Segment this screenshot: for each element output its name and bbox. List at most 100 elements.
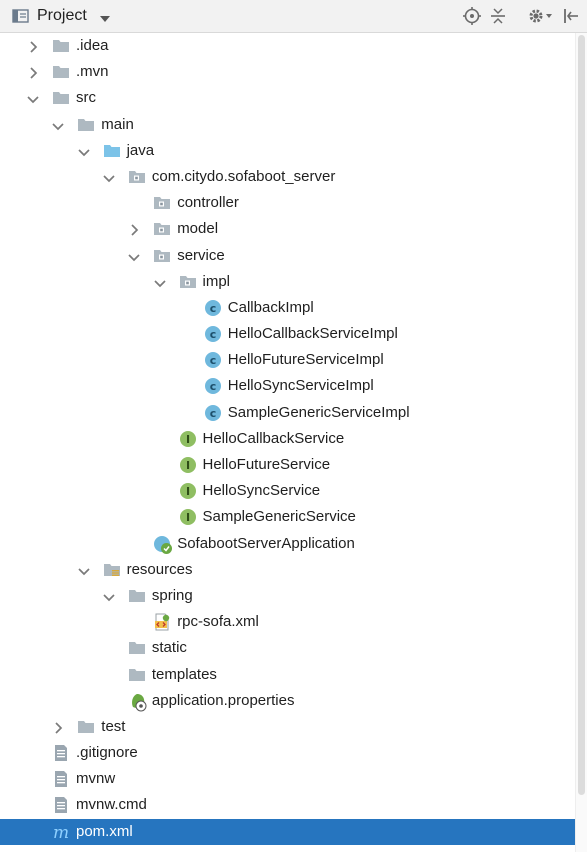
tree-row[interactable]: c HelloCallbackServiceImpl bbox=[0, 321, 587, 347]
tree-row[interactable]: static bbox=[0, 635, 587, 661]
tree-row-label: src bbox=[76, 89, 96, 107]
tree-row[interactable]: model bbox=[0, 216, 587, 242]
tree-row[interactable]: c HelloFutureServiceImpl bbox=[0, 347, 587, 373]
tree-row-label: HelloFutureServiceImpl bbox=[227, 351, 384, 369]
tree-row-label: SampleGenericService bbox=[202, 508, 356, 526]
tree-row[interactable]: I HelloCallbackService bbox=[0, 426, 587, 452]
hide-icon[interactable] bbox=[561, 6, 581, 26]
text-file-icon bbox=[52, 770, 70, 788]
folder-icon bbox=[77, 718, 95, 736]
tree-row[interactable]: impl bbox=[0, 269, 587, 295]
tree-row[interactable]: application.properties bbox=[0, 688, 587, 714]
tree-row[interactable]: c CallbackImpl bbox=[0, 295, 587, 321]
tree-row[interactable]: .idea bbox=[0, 33, 587, 59]
chevron-down-icon[interactable] bbox=[128, 250, 140, 262]
tree-row[interactable]: .mvn bbox=[0, 59, 587, 85]
package-icon bbox=[153, 194, 171, 212]
tree-row[interactable]: com.citydo.sofaboot_server bbox=[0, 164, 587, 190]
source-folder-icon bbox=[103, 142, 121, 160]
collapse-all-icon[interactable] bbox=[488, 6, 508, 26]
chevron-down-icon[interactable] bbox=[77, 564, 90, 576]
svg-text:c: c bbox=[210, 380, 217, 393]
tree-row[interactable]: src bbox=[0, 85, 587, 111]
tree-row[interactable]: test bbox=[0, 714, 587, 740]
tree-row[interactable]: rpc-sofa.xml bbox=[0, 609, 587, 635]
chevron-down-icon[interactable] bbox=[52, 119, 64, 131]
tree-row[interactable]: I HelloSyncService bbox=[0, 478, 587, 504]
tree-row-label: HelloCallbackServiceImpl bbox=[227, 325, 398, 343]
tree-row-label: .mvn bbox=[76, 63, 109, 81]
text-file-icon bbox=[52, 744, 70, 762]
spring-properties-icon bbox=[128, 692, 147, 712]
tree-row[interactable]: mvnw bbox=[0, 766, 587, 792]
chevron-right-icon[interactable] bbox=[52, 721, 64, 734]
resources-folder-icon bbox=[103, 561, 121, 579]
tree-row-label: SampleGenericServiceImpl bbox=[227, 403, 410, 421]
tree-row[interactable]: resources bbox=[0, 557, 587, 583]
tree-row[interactable]: service bbox=[0, 243, 587, 269]
tree-row[interactable]: m pom.xml bbox=[0, 818, 587, 845]
tree-row-label: com.citydo.sofaboot_server bbox=[151, 167, 336, 185]
chevron-right-icon[interactable] bbox=[128, 223, 140, 236]
tree-row[interactable]: I SampleGenericService bbox=[0, 504, 587, 530]
tree-row[interactable]: mvnw.cmd bbox=[0, 792, 587, 818]
svg-text:c: c bbox=[210, 407, 217, 420]
tree-row-label: static bbox=[151, 639, 187, 657]
project-view-icon bbox=[12, 8, 30, 24]
tree-row[interactable]: java bbox=[0, 138, 587, 164]
chevron-down-icon[interactable] bbox=[153, 276, 166, 288]
view-selector-title[interactable]: Project bbox=[37, 7, 87, 25]
chevron-down-icon[interactable] bbox=[99, 11, 111, 22]
tree-row[interactable]: controller bbox=[0, 190, 587, 216]
class-icon: c bbox=[204, 404, 222, 422]
package-icon bbox=[153, 220, 171, 238]
package-icon bbox=[179, 273, 197, 291]
locate-icon[interactable] bbox=[462, 6, 482, 26]
folder-icon bbox=[52, 89, 70, 107]
tree-row[interactable]: c HelloSyncServiceImpl bbox=[0, 373, 587, 399]
class-icon: c bbox=[204, 325, 222, 343]
tree-row-label: SofabootServerApplication bbox=[177, 534, 355, 552]
svg-text:I: I bbox=[185, 485, 189, 498]
chevron-down-icon[interactable] bbox=[77, 145, 90, 157]
tree-row[interactable]: main bbox=[0, 112, 587, 138]
tree-row[interactable]: c SampleGenericServiceImpl bbox=[0, 400, 587, 426]
spring-boot-class-icon bbox=[153, 535, 173, 554]
tree-row-label: model bbox=[177, 220, 219, 238]
tree-row[interactable]: templates bbox=[0, 662, 587, 688]
tree-row[interactable]: SofabootServerApplication bbox=[0, 531, 587, 557]
chevron-right-icon[interactable] bbox=[27, 40, 39, 53]
tree-row-label: mvnw.cmd bbox=[76, 796, 147, 814]
chevron-down-icon[interactable] bbox=[103, 171, 115, 183]
chevron-down-icon[interactable] bbox=[27, 92, 39, 104]
tree-row-label: resources bbox=[126, 560, 193, 578]
package-icon bbox=[128, 168, 146, 186]
svg-text:c: c bbox=[210, 354, 217, 367]
settings-icon[interactable] bbox=[527, 6, 555, 26]
tree-row[interactable]: spring bbox=[0, 583, 587, 609]
chevron-right-icon[interactable] bbox=[27, 66, 39, 79]
svg-text:c: c bbox=[210, 328, 217, 341]
tree-row-label: impl bbox=[202, 272, 231, 290]
folder-icon bbox=[128, 639, 146, 657]
interface-icon: I bbox=[179, 482, 197, 500]
interface-icon: I bbox=[179, 508, 197, 526]
tool-window-header: Project bbox=[0, 0, 587, 33]
folder-icon bbox=[52, 37, 70, 55]
tree-row-label: java bbox=[126, 141, 155, 159]
tree-row[interactable]: I HelloFutureService bbox=[0, 452, 587, 478]
class-icon: c bbox=[204, 351, 222, 369]
tree-row[interactable]: .gitignore bbox=[0, 740, 587, 766]
tree-row-label: mvnw bbox=[76, 770, 116, 788]
svg-text:m: m bbox=[53, 823, 69, 841]
tree-row-label: test bbox=[101, 717, 126, 735]
tree-row-label: HelloFutureService bbox=[202, 456, 331, 473]
tree-row-label: main bbox=[101, 115, 134, 133]
interface-icon: I bbox=[179, 430, 197, 448]
package-icon bbox=[153, 247, 171, 265]
tree-row-label: HelloSyncServiceImpl bbox=[227, 377, 374, 395]
chevron-down-icon[interactable] bbox=[103, 590, 115, 602]
tree-row-label: service bbox=[177, 246, 225, 264]
scrollbar-thumb[interactable] bbox=[578, 35, 585, 795]
vertical-scrollbar[interactable] bbox=[575, 33, 587, 852]
